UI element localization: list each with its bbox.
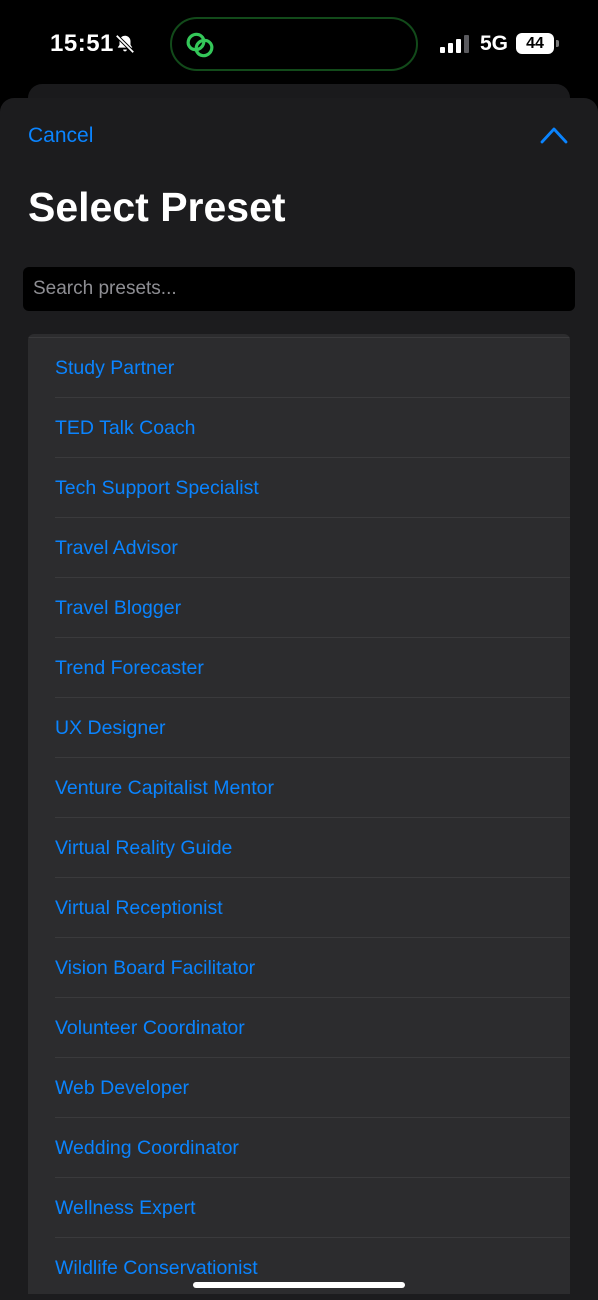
list-item[interactable]: Venture Capitalist Mentor xyxy=(28,758,570,818)
battery-indicator: 44 xyxy=(516,33,554,54)
cellular-signal-icon xyxy=(440,35,469,53)
list-item[interactable]: UX Designer xyxy=(28,698,570,758)
chevron-up-icon[interactable] xyxy=(540,126,568,144)
home-indicator[interactable] xyxy=(193,1282,405,1288)
list-item[interactable]: TED Talk Coach xyxy=(28,398,570,458)
network-type: 5G xyxy=(480,32,509,55)
list-item[interactable]: Travel Blogger xyxy=(28,578,570,638)
preset-list: Study Partner TED Talk Coach Tech Suppor… xyxy=(28,334,570,1294)
battery-tip xyxy=(556,40,559,47)
bell-slash-icon xyxy=(115,34,135,54)
list-item[interactable]: Travel Advisor xyxy=(28,518,570,578)
list-item[interactable]: Wellness Expert xyxy=(28,1178,570,1238)
list-item[interactable]: Volunteer Coordinator xyxy=(28,998,570,1058)
list-item[interactable]: Trend Forecaster xyxy=(28,638,570,698)
list-item[interactable]: Tech Support Specialist xyxy=(28,458,570,518)
page-title: Select Preset xyxy=(28,184,286,230)
list-item[interactable]: Study Partner xyxy=(28,338,570,398)
dynamic-island[interactable] xyxy=(170,17,418,71)
cancel-button[interactable]: Cancel xyxy=(28,124,93,148)
status-time: 15:51 xyxy=(50,30,114,57)
list-item[interactable]: Vision Board Facilitator xyxy=(28,938,570,998)
search-input[interactable] xyxy=(23,267,575,311)
list-item[interactable]: Wedding Coordinator xyxy=(28,1118,570,1178)
preset-sheet: Cancel Select Preset Study Partner TED T… xyxy=(0,98,598,1300)
chain-link-icon xyxy=(186,32,214,58)
screen: 15:51 5G 44 Cancel Select Preset Search … xyxy=(0,0,598,1300)
status-bar: 15:51 5G 44 xyxy=(0,0,598,90)
list-item[interactable]: Virtual Receptionist xyxy=(28,878,570,938)
list-item[interactable]: Web Developer xyxy=(28,1058,570,1118)
list-item[interactable]: Virtual Reality Guide xyxy=(28,818,570,878)
